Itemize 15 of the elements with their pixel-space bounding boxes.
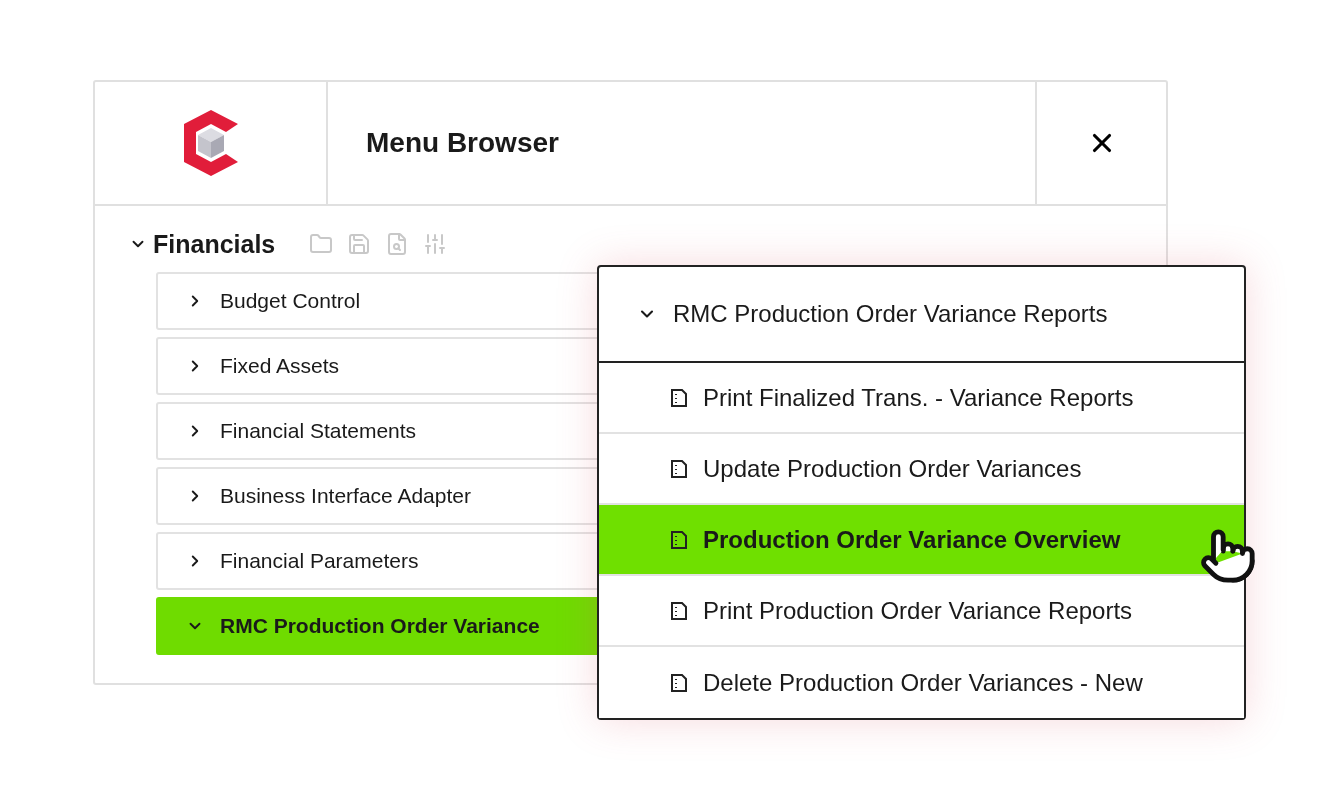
submenu-item[interactable]: Update Production Order Variances: [599, 434, 1244, 505]
document-icon: [669, 387, 689, 408]
submenu-item[interactable]: Print Finalized Trans. - Variance Reports: [599, 363, 1244, 434]
tree-root-label[interactable]: Financials: [153, 229, 276, 259]
submenu-item[interactable]: Delete Production Order Variances - New: [599, 647, 1244, 718]
document-icon: [669, 672, 689, 693]
folder-icon[interactable]: [309, 232, 334, 256]
document-icon: [669, 529, 689, 550]
document-icon: [669, 458, 689, 479]
save-icon[interactable]: [347, 232, 372, 256]
submenu-item[interactable]: Print Production Order Variance Reports: [599, 576, 1244, 647]
sliders-icon[interactable]: [423, 232, 448, 256]
window-title: Menu Browser: [366, 127, 559, 159]
document-icon: [669, 600, 689, 621]
logo-icon: [181, 110, 240, 176]
